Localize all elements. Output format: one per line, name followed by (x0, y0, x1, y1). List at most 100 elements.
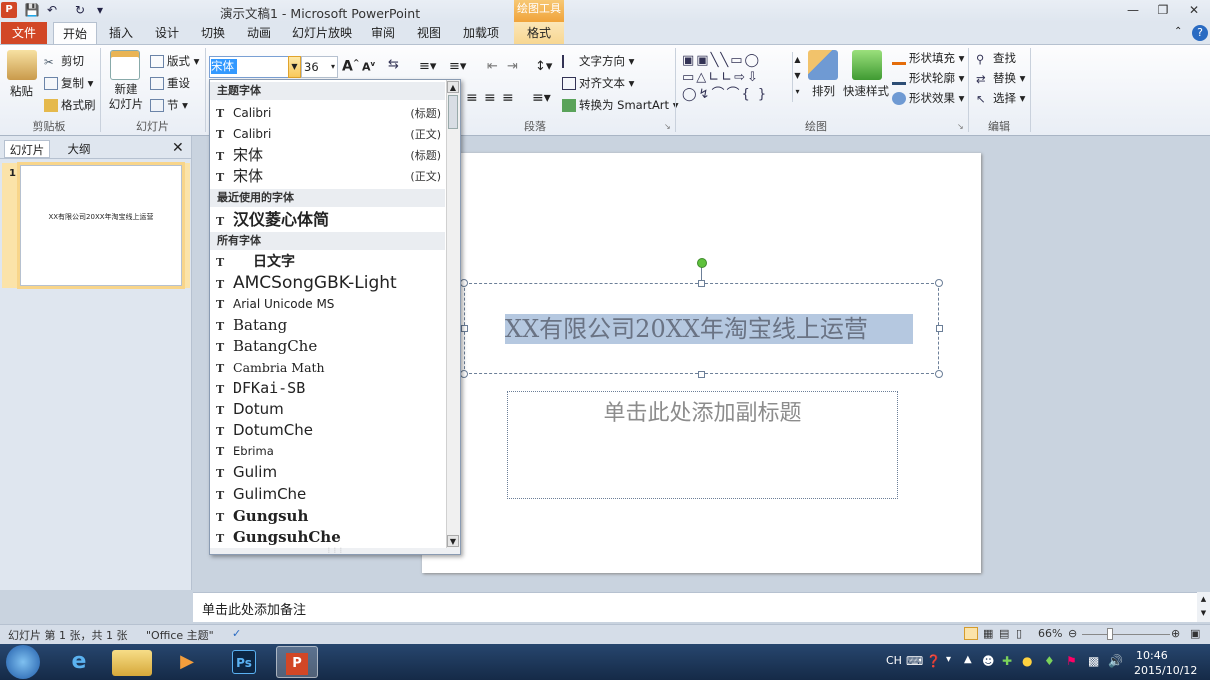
layout-button[interactable]: 版式 ▾ (150, 53, 199, 69)
antivirus-icon[interactable]: ♦ (1044, 654, 1055, 668)
resize-handle[interactable] (698, 371, 705, 378)
font-option[interactable]: T Gulim (210, 462, 445, 483)
increase-indent-icon[interactable]: ⇥ (507, 59, 518, 74)
photoshop-icon[interactable]: Ps (232, 650, 256, 674)
notes-pane[interactable] (193, 592, 1197, 622)
help-icon[interactable]: ? (1192, 25, 1208, 41)
clock-date[interactable]: 2015/10/12 (1134, 664, 1197, 677)
columns-icon[interactable]: ≡▾ (532, 90, 551, 106)
keyboard-icon[interactable]: ⌨ (906, 654, 923, 668)
security-shield-icon[interactable]: ✚ (1002, 654, 1012, 668)
user-icon[interactable]: ☻ (982, 654, 995, 668)
font-option[interactable]: T Arial Unicode MS (210, 294, 445, 315)
font-option[interactable]: T AMCSongGBK-Light (210, 273, 445, 294)
ime-indicator[interactable]: CH (886, 654, 902, 667)
font-option[interactable]: T GulimChe (210, 484, 445, 505)
drawing-launcher-icon[interactable]: ↘ (957, 122, 964, 131)
shrink-font-icon[interactable]: Av (362, 60, 375, 74)
close-icon[interactable]: ✕ (1181, 2, 1207, 18)
tab-slideshow[interactable]: 幻灯片放映 (287, 22, 357, 44)
numbering-icon[interactable]: ≡▾ (449, 59, 466, 74)
qq-icon[interactable]: ● (1022, 654, 1032, 668)
tab-file[interactable]: 文件 (1, 22, 47, 44)
slide-thumbnail[interactable] (20, 165, 182, 286)
shapes-gallery-scroll-icon[interactable]: ▲ ▼ ▾ (792, 52, 802, 102)
font-option[interactable]: T DotumChe (210, 420, 445, 441)
media-player-icon[interactable]: ▶ (166, 646, 208, 678)
resize-handle[interactable] (460, 370, 468, 378)
arrange-icon[interactable] (808, 50, 838, 80)
normal-view-icon[interactable] (964, 627, 978, 640)
font-option[interactable]: T Cambria Math (210, 357, 445, 378)
undo-icon[interactable]: ↶ (44, 2, 60, 18)
copy-button[interactable]: 复制 ▾ (44, 75, 93, 91)
arrange-button[interactable]: 排列 (812, 83, 835, 99)
zoom-out-icon[interactable]: ⊖ (1068, 627, 1077, 640)
font-name-value[interactable]: 宋体 (211, 59, 237, 74)
bullets-icon[interactable]: ≡▾ (419, 59, 436, 74)
clock-time[interactable]: 10:46 (1136, 649, 1168, 662)
network-icon[interactable]: ▩ (1088, 654, 1099, 668)
resize-grip-icon[interactable]: ⋮⋮⋮ (210, 548, 460, 554)
fit-window-icon[interactable]: ▣ (1190, 627, 1200, 640)
align-text-button[interactable]: 对齐文本 ▾ (562, 75, 634, 91)
slide-sorter-icon[interactable]: ▦ (983, 627, 993, 640)
grow-font-icon[interactable]: A^ (342, 58, 360, 75)
new-slide-button[interactable]: 新建 幻灯片 (106, 82, 146, 112)
zoom-level[interactable]: 66% (1038, 627, 1062, 640)
paste-icon[interactable] (7, 50, 37, 80)
zoom-slider-thumb[interactable] (1107, 628, 1113, 640)
internet-explorer-icon[interactable]: e (58, 646, 100, 678)
tab-transitions[interactable]: 切换 (192, 22, 234, 44)
font-option[interactable]: T DFKai-SB (210, 378, 445, 399)
font-option[interactable]: T Dotum (210, 399, 445, 420)
theme-name[interactable]: "Office 主题" (146, 627, 214, 643)
tab-format[interactable]: 格式 (514, 22, 564, 44)
scroll-down-icon[interactable]: ▼ (447, 535, 459, 547)
text-direction-button[interactable]: 文字方向 ▾ (562, 53, 634, 69)
font-option[interactable]: T Calibri (正文) (210, 124, 445, 145)
file-explorer-icon[interactable] (112, 650, 152, 676)
smartart-button[interactable]: 转换为 SmartArt ▾ (562, 97, 678, 113)
resize-handle[interactable] (936, 325, 943, 332)
select-button[interactable]: ↖ 选择 ▾ (976, 90, 1025, 106)
spellcheck-icon[interactable]: ✓ (232, 627, 241, 640)
resize-handle[interactable] (935, 370, 943, 378)
line-spacing-icon[interactable]: ↕▾ (535, 59, 552, 74)
dropdown-scrollbar[interactable] (446, 80, 460, 549)
clear-format-icon[interactable]: ⇆ (388, 57, 399, 72)
font-option[interactable]: T Batang (210, 315, 445, 336)
scroll-thumb[interactable] (448, 95, 458, 129)
font-option[interactable]: T Gungsuh (210, 506, 445, 527)
font-option[interactable]: T Ebrima (210, 441, 445, 462)
replace-button[interactable]: ⇄ 替换 ▾ (976, 70, 1025, 86)
tab-view[interactable]: 视图 (408, 22, 450, 44)
justify-icon[interactable]: ≡ (502, 90, 514, 106)
format-painter-button[interactable]: 格式刷 (44, 97, 96, 113)
align-center-icon[interactable]: ≡ (466, 90, 478, 106)
flag-icon[interactable]: ⚑ (1066, 654, 1077, 668)
quick-styles-button[interactable]: 快速样式 (843, 83, 889, 99)
tab-outline[interactable]: 大纲 (56, 140, 102, 158)
tab-insert[interactable]: 插入 (100, 22, 142, 44)
font-option[interactable]: T BatangChe (210, 336, 445, 357)
tab-review[interactable]: 审阅 (362, 22, 404, 44)
find-button[interactable]: ⚲ 查找 (976, 50, 1016, 66)
zoom-in-icon[interactable]: ⊕ (1171, 627, 1180, 640)
scroll-up-icon[interactable]: ▲ (447, 81, 459, 93)
resize-handle[interactable] (461, 325, 468, 332)
help-tray-icon[interactable]: ❓ (926, 654, 941, 668)
tab-home[interactable]: 开始 (53, 22, 97, 45)
shape-effects-button[interactable]: 形状效果 ▾ (892, 90, 964, 106)
zoom-slider[interactable] (1082, 634, 1170, 635)
section-button[interactable]: 节 ▾ (150, 97, 188, 113)
close-pane-icon[interactable]: ✕ (172, 140, 184, 156)
restore-icon[interactable]: ❐ (1150, 2, 1176, 18)
font-option[interactable]: T 宋体 (正文) (210, 166, 445, 187)
start-button-icon[interactable] (6, 645, 40, 679)
shape-outline-button[interactable]: 形状轮廓 ▾ (892, 70, 964, 86)
resize-handle[interactable] (935, 279, 943, 287)
slideshow-view-icon[interactable]: ▯ (1016, 627, 1022, 640)
powerpoint-logo-icon[interactable]: P (1, 2, 17, 18)
tab-animations[interactable]: 动画 (238, 22, 280, 44)
